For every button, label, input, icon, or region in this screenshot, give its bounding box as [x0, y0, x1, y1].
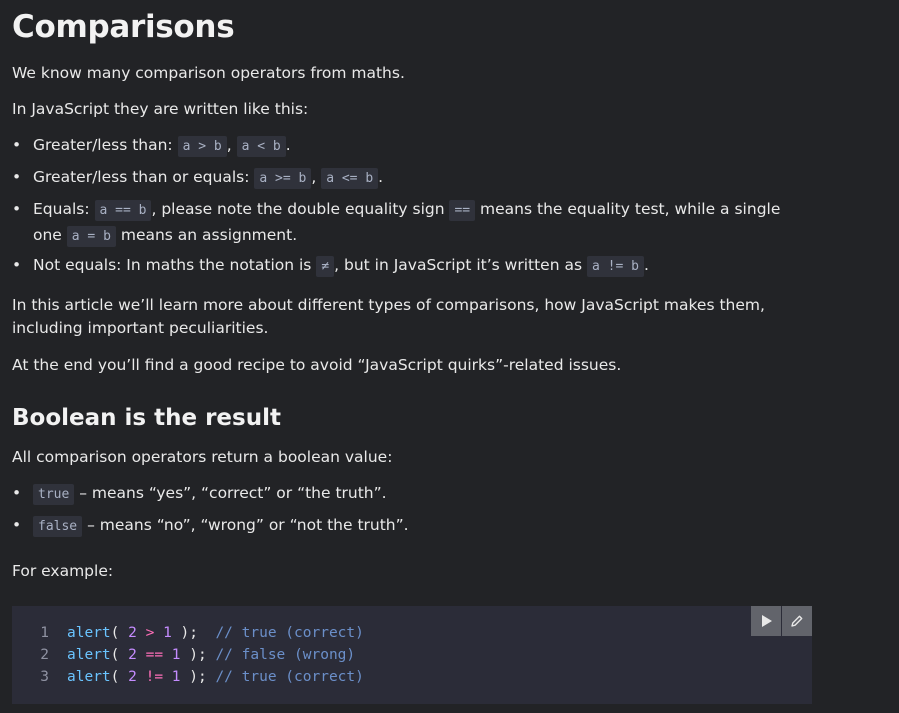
code-line: 2 alert( 2 == 1 ); // false (wrong) — [40, 647, 356, 663]
pencil-icon — [791, 615, 803, 627]
section-intro: All comparison operators return a boolea… — [12, 448, 393, 466]
intro-paragraph-2: In JavaScript they are written like this… — [12, 100, 309, 118]
example-label: For example: — [12, 562, 114, 580]
body-paragraph: In this article we’ll learn more about d… — [12, 296, 765, 337]
list-item: true – means “yes”, “correct” or “the tr… — [12, 481, 809, 507]
operators-list: Greater/less than: a > b, a < b. Greater… — [12, 133, 809, 279]
booleans-list: true – means “yes”, “correct” or “the tr… — [12, 481, 809, 539]
code-line: 3 alert( 2 != 1 ); // true (correct) — [40, 669, 364, 685]
list-item: false – means “no”, “wrong” or “not the … — [12, 513, 809, 539]
body-paragraph: At the end you’ll find a good recipe to … — [12, 356, 622, 374]
code-line: 1 alert( 2 > 1 ); // true (correct) — [40, 625, 364, 641]
list-item: Equals: a == b, please note the double e… — [12, 197, 809, 249]
code-toolbar — [751, 606, 812, 636]
list-item: Greater/less than: a > b, a < b. — [12, 133, 809, 159]
intro-paragraph: We know many comparison operators from m… — [12, 64, 405, 82]
play-icon — [762, 615, 772, 627]
section-heading: Boolean is the result — [12, 405, 281, 431]
run-button[interactable] — [751, 606, 781, 636]
code-example: 1 alert( 2 > 1 ); // true (correct) 2 aler… — [12, 606, 812, 704]
list-item: Greater/less than or equals: a >= b, a <… — [12, 165, 809, 191]
article: Comparisons We know many comparison oper… — [0, 0, 899, 704]
page-title: Comparisons — [12, 9, 235, 45]
edit-button[interactable] — [782, 606, 812, 636]
list-item: Not equals: In maths the notation is ≠, … — [12, 253, 809, 279]
